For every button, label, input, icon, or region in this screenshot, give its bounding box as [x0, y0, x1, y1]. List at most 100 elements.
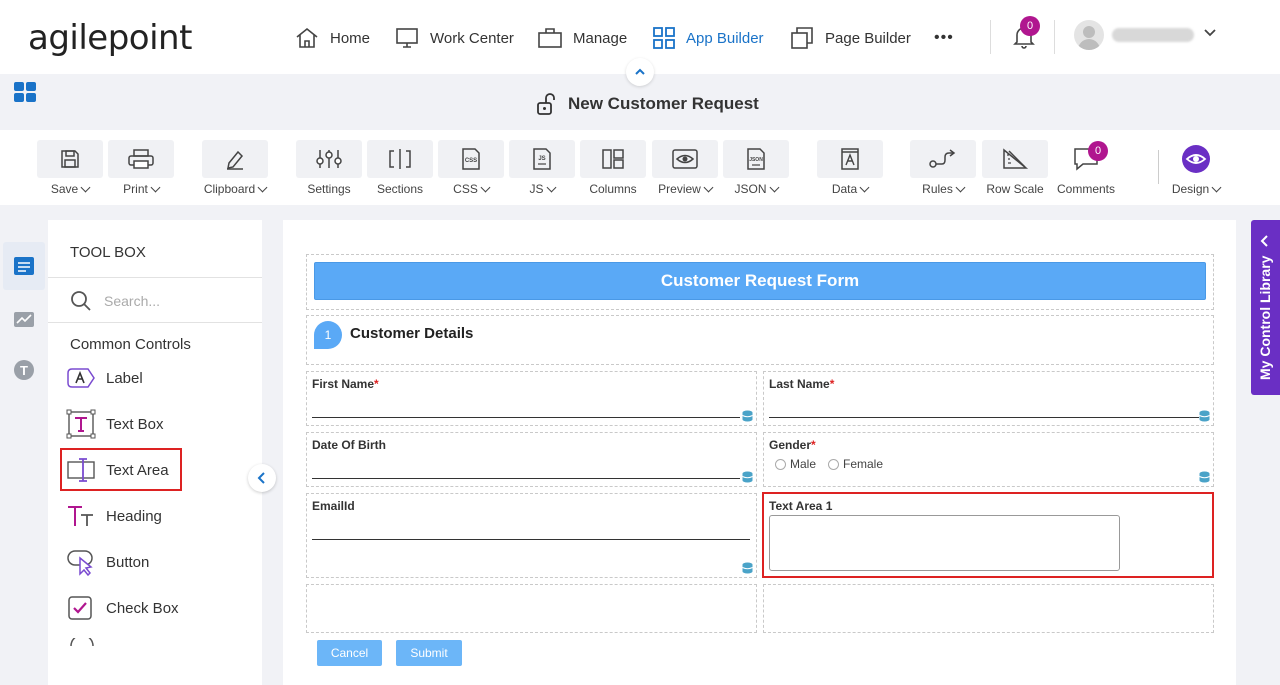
- control-button[interactable]: Button: [66, 546, 149, 578]
- print-label: Print: [123, 182, 148, 196]
- nav-page-builder[interactable]: Page Builder: [789, 24, 911, 52]
- email-cell[interactable]: [306, 493, 757, 578]
- printer-icon: [128, 149, 154, 169]
- database-icon[interactable]: [1199, 410, 1210, 422]
- js-label: JS: [529, 182, 544, 196]
- analytics-tab[interactable]: [3, 296, 45, 344]
- nav-app-builder-label: App Builder: [686, 29, 764, 47]
- collapse-toolbox-button[interactable]: [248, 464, 276, 492]
- text-area-selection-highlight: [762, 492, 1214, 578]
- check-box-icon: [68, 596, 92, 620]
- json-file-icon-text: JSON: [749, 157, 763, 163]
- chevron-left-icon: [257, 472, 265, 484]
- control-button-text: Button: [106, 553, 150, 571]
- form-header[interactable]: Customer Request Form: [314, 262, 1206, 300]
- pages-icon: [791, 27, 813, 49]
- agilepoint-logo[interactable]: agilepoint: [28, 18, 192, 58]
- username-redacted: [1112, 28, 1194, 42]
- database-icon[interactable]: [742, 471, 753, 483]
- print-button[interactable]: Print: [108, 140, 174, 196]
- common-controls-heading: Common Controls: [70, 336, 191, 353]
- json-button[interactable]: JSON JSON: [723, 140, 789, 196]
- search-icon: [71, 291, 91, 311]
- row-scale-label: Row Scale: [986, 182, 1044, 196]
- sections-button[interactable]: Sections: [367, 140, 433, 196]
- clipboard-button[interactable]: Clipboard: [202, 140, 268, 196]
- collapse-header-button[interactable]: [626, 58, 654, 86]
- chevron-left-icon: [1260, 235, 1268, 247]
- settings-button[interactable]: Settings: [296, 140, 362, 196]
- monitor-icon: [396, 28, 418, 48]
- control-text-box-text: Text Box: [106, 415, 164, 433]
- nav-manage-label: Manage: [573, 29, 628, 47]
- js-button[interactable]: JS JS: [509, 140, 575, 196]
- data-label: Data: [831, 182, 858, 196]
- css-file-icon-text: CSS: [465, 158, 477, 164]
- css-label: CSS: [453, 182, 478, 196]
- cancel-button[interactable]: Cancel: [317, 640, 382, 666]
- comments-button[interactable]: Comments: [1053, 140, 1119, 196]
- avatar[interactable]: [1074, 20, 1104, 50]
- form-controls-tab[interactable]: [3, 242, 45, 290]
- columns-button[interactable]: Columns: [580, 140, 646, 196]
- unlock-icon[interactable]: [536, 92, 558, 116]
- section-title: Customer Details: [350, 325, 474, 342]
- database-icon[interactable]: [742, 562, 753, 574]
- gender-male-radio[interactable]: Male: [775, 457, 816, 471]
- first-name-input[interactable]: [312, 417, 740, 418]
- text-tab[interactable]: T: [3, 346, 45, 394]
- divider: [48, 322, 262, 323]
- rules-button[interactable]: Rules: [910, 140, 976, 196]
- preview-button[interactable]: Preview: [652, 140, 718, 196]
- chart-icon: [14, 312, 34, 327]
- design-button[interactable]: Design: [1163, 140, 1229, 196]
- more-icon: •••: [934, 29, 954, 46]
- empty-cell[interactable]: [763, 584, 1214, 633]
- settings-label: Settings: [307, 182, 351, 196]
- save-label: Save: [50, 182, 79, 196]
- text-circle-icon: T: [14, 360, 34, 380]
- save-button[interactable]: Save: [37, 140, 103, 196]
- text-circle-letter: T: [20, 363, 28, 378]
- toolbox-search[interactable]: Search...: [70, 290, 160, 312]
- email-input[interactable]: [312, 539, 750, 540]
- control-text-box[interactable]: Text Box: [66, 408, 164, 440]
- columns-label: Columns: [589, 182, 637, 196]
- js-file-icon: JS: [533, 148, 551, 170]
- row-scale-button[interactable]: Row Scale: [982, 140, 1048, 196]
- nav-divider: [990, 20, 991, 54]
- rules-icon: [929, 149, 956, 168]
- last-name-input[interactable]: [769, 417, 1199, 418]
- nav-work-center[interactable]: Work Center: [394, 24, 514, 52]
- control-heading[interactable]: Heading: [66, 500, 162, 532]
- control-check-box-text: Check Box: [106, 599, 179, 617]
- email-label: EmailId: [312, 499, 355, 513]
- left-rail: T: [0, 220, 46, 685]
- database-icon[interactable]: [1199, 471, 1210, 483]
- control-check-box[interactable]: Check Box: [66, 592, 179, 624]
- preview-icon: [672, 149, 698, 169]
- label-icon: [67, 368, 95, 388]
- submit-button[interactable]: Submit: [396, 640, 462, 666]
- chevron-up-icon: [635, 68, 645, 75]
- css-button[interactable]: CSS CSS: [438, 140, 504, 196]
- empty-cell[interactable]: [306, 584, 757, 633]
- nav-home[interactable]: Home: [294, 24, 370, 52]
- nav-app-builder[interactable]: App Builder: [652, 24, 764, 52]
- nav-more-button[interactable]: •••: [934, 24, 954, 52]
- my-control-library-tab[interactable]: My Control Library: [1251, 220, 1280, 395]
- nav-page-builder-label: Page Builder: [825, 29, 911, 47]
- app-grid-icon[interactable]: [13, 81, 37, 103]
- chevron-down-icon[interactable]: [1203, 27, 1217, 39]
- nav-manage[interactable]: Manage: [537, 24, 627, 52]
- columns-icon: [602, 149, 624, 169]
- partial-control-icon: [70, 638, 94, 646]
- grid-icon: [653, 27, 675, 49]
- heading-icon: [68, 506, 93, 526]
- control-label[interactable]: Label: [66, 362, 143, 394]
- json-label: JSON: [734, 182, 767, 196]
- data-button[interactable]: Data: [817, 140, 883, 196]
- gender-female-radio[interactable]: Female: [828, 457, 883, 471]
- database-icon[interactable]: [742, 410, 753, 422]
- dob-input[interactable]: [312, 478, 740, 479]
